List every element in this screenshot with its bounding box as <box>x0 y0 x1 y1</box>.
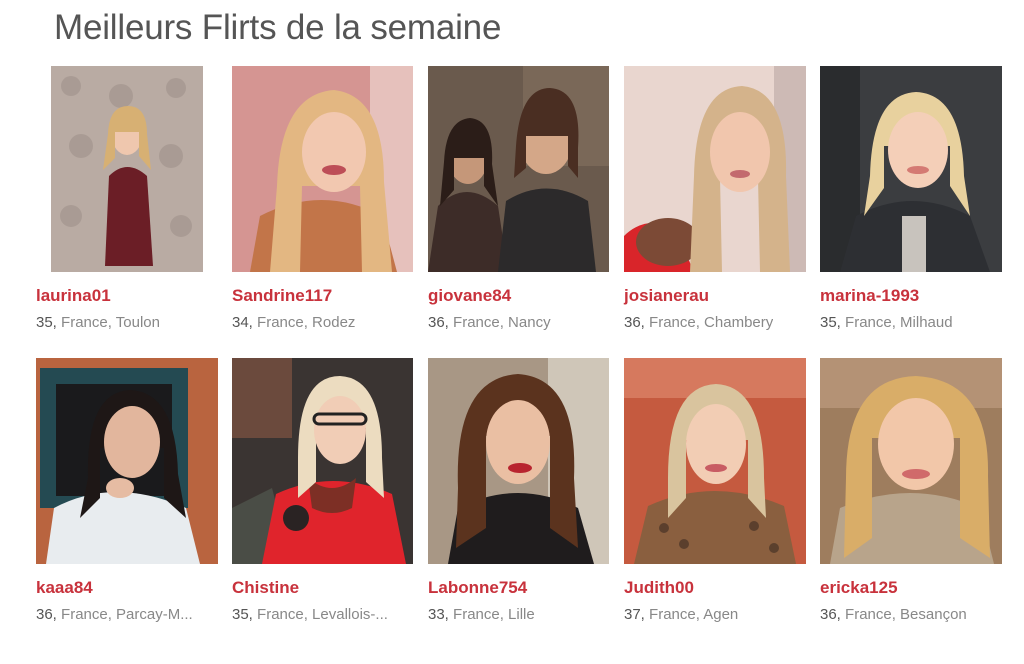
profile-details: 35, France, Toulon <box>36 314 160 331</box>
profile-details: 36, France, Nancy <box>428 314 551 331</box>
profile-photo[interactable] <box>428 66 609 272</box>
profile-age: 35, <box>232 606 253 623</box>
profile-username[interactable]: kaaa84 <box>36 578 93 598</box>
profile-details: 36, France, Besançon <box>820 606 967 623</box>
profile-photo[interactable] <box>820 66 1002 272</box>
profile-photo[interactable] <box>232 66 413 272</box>
profile-username[interactable]: Chistine <box>232 578 299 598</box>
profile-username[interactable]: Judith00 <box>624 578 694 598</box>
profile-username[interactable]: Sandrine117 <box>232 286 332 306</box>
profile-photo[interactable] <box>624 358 806 564</box>
profile-photo[interactable] <box>820 358 1002 564</box>
page-title: Meilleurs Flirts de la semaine <box>54 8 502 47</box>
profile-username[interactable]: Labonne754 <box>428 578 527 598</box>
profile-age: 37, <box>624 606 645 623</box>
profile-age: 36, <box>624 314 645 331</box>
profile-location: France, Milhaud <box>845 314 953 331</box>
profile-location: France, Parcay-M... <box>61 606 193 623</box>
profile-photo[interactable] <box>232 358 413 564</box>
profile-details: 35, France, Milhaud <box>820 314 953 331</box>
profile-photo[interactable] <box>624 66 806 272</box>
profile-location: France, Levallois-... <box>257 606 388 623</box>
profile-photo[interactable] <box>36 358 218 564</box>
profile-age: 36, <box>428 314 449 331</box>
profile-photo[interactable] <box>51 66 203 272</box>
profile-location: France, Agen <box>649 606 739 623</box>
profile-location: France, Toulon <box>61 314 160 331</box>
profile-location: France, Lille <box>453 606 535 623</box>
profile-username[interactable]: marina-1993 <box>820 286 919 306</box>
profile-age: 34, <box>232 314 253 331</box>
profile-age: 33, <box>428 606 449 623</box>
profile-details: 34, France, Rodez <box>232 314 355 331</box>
profile-location: France, Nancy <box>453 314 551 331</box>
profile-location: France, Rodez <box>257 314 356 331</box>
profile-username[interactable]: ericka125 <box>820 578 898 598</box>
profile-age: 35, <box>36 314 57 331</box>
profile-details: 36, France, Chambery <box>624 314 773 331</box>
profile-details: 33, France, Lille <box>428 606 535 623</box>
profile-location: France, Besançon <box>845 606 967 623</box>
profile-location: France, Chambery <box>649 314 774 331</box>
profile-age: 36, <box>36 606 57 623</box>
profile-username[interactable]: giovane84 <box>428 286 511 306</box>
profile-photo[interactable] <box>428 358 609 564</box>
profile-age: 35, <box>820 314 841 331</box>
profile-details: 37, France, Agen <box>624 606 738 623</box>
profile-username[interactable]: laurina01 <box>36 286 111 306</box>
profile-age: 36, <box>820 606 841 623</box>
profile-details: 36, France, Parcay-M... <box>36 606 193 623</box>
profile-details: 35, France, Levallois-... <box>232 606 388 623</box>
profile-username[interactable]: josianerau <box>624 286 709 306</box>
